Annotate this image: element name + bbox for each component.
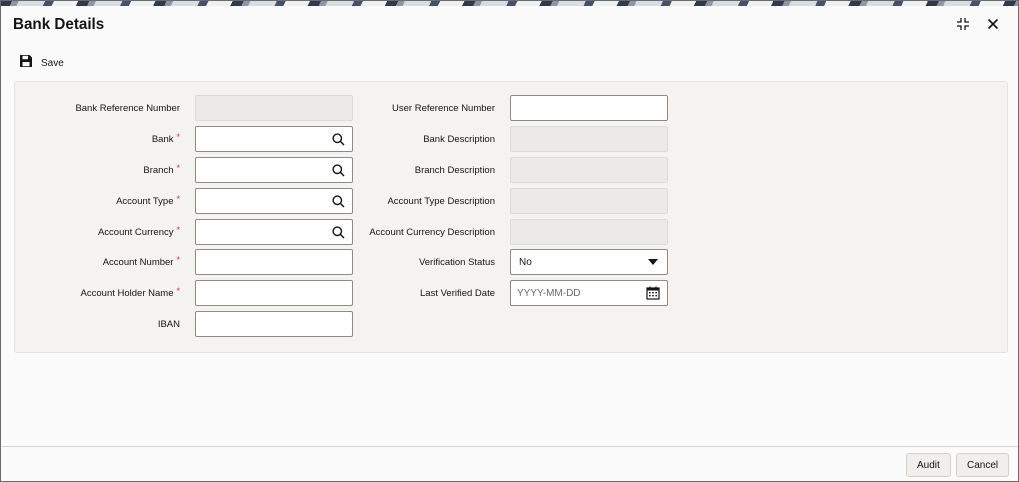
caret-down-icon[interactable] — [642, 251, 664, 273]
window-controls — [954, 15, 1002, 33]
iban-label-row: IBAN — [1, 310, 180, 338]
account-type-description-label-row: Account Type Description — [361, 187, 495, 215]
account-type-description-field — [510, 188, 668, 214]
account-number-field[interactable] — [195, 249, 353, 275]
decorative-header-strip — [1, 1, 1018, 6]
required-marker: * — [176, 255, 180, 265]
account-number-label-row: Account Number * — [1, 248, 180, 276]
floppy-disk-icon — [19, 54, 33, 73]
bank-reference-number-label-row: Bank Reference Number — [1, 94, 180, 122]
bank-label: Bank — [151, 133, 174, 145]
iban-label: IBAN — [157, 318, 180, 330]
search-icon[interactable] — [327, 190, 349, 212]
required-marker: * — [176, 163, 180, 173]
account-holder-name-label: Account Holder Name — [80, 287, 174, 299]
iban-field[interactable] — [195, 311, 353, 337]
account-type-field[interactable] — [195, 188, 353, 214]
account-holder-name-field[interactable] — [195, 280, 353, 306]
bank-description-label-row: Bank Description — [361, 125, 495, 153]
account-currency-description-label: Account Currency Description — [369, 226, 495, 238]
footer-bar: Audit Cancel — [1, 446, 1018, 481]
account-number-label: Account Number — [102, 256, 174, 268]
bank-details-window: Bank Details Save Bank Reference Number — [0, 0, 1019, 482]
account-currency-field[interactable] — [195, 219, 353, 245]
last-verified-date-label: Last Verified Date — [420, 287, 495, 299]
bank-description-field — [510, 126, 668, 152]
account-type-label-row: Account Type * — [1, 187, 180, 215]
verification-status-value: No — [519, 256, 532, 268]
branch-description-label: Branch Description — [414, 164, 495, 176]
branch-label-row: Branch * — [1, 156, 180, 184]
branch-field[interactable] — [195, 157, 353, 183]
search-icon[interactable] — [327, 128, 349, 150]
user-reference-number-field[interactable] — [510, 95, 668, 121]
user-reference-number-label: User Reference Number — [392, 102, 495, 114]
audit-button[interactable]: Audit — [906, 453, 951, 477]
verification-status-label: Verification Status — [418, 256, 495, 268]
last-verified-date-placeholder: YYYY-MM-DD — [517, 287, 581, 299]
search-icon[interactable] — [327, 159, 349, 181]
required-marker: * — [176, 132, 180, 142]
account-currency-label: Account Currency — [97, 226, 174, 238]
user-reference-number-label-row: User Reference Number — [361, 94, 495, 122]
bank-reference-number-field — [195, 95, 353, 121]
required-marker: * — [176, 194, 180, 204]
branch-description-field — [510, 157, 668, 183]
account-holder-name-label-row: Account Holder Name * — [1, 279, 180, 307]
last-verified-date-field[interactable]: YYYY-MM-DD — [510, 280, 668, 306]
verification-status-label-row: Verification Status — [361, 248, 495, 276]
save-label: Save — [41, 58, 64, 69]
collapse-icon[interactable] — [954, 15, 972, 33]
page-title: Bank Details — [13, 16, 105, 33]
bank-description-label: Bank Description — [423, 133, 495, 145]
account-type-description-label: Account Type Description — [387, 195, 495, 207]
last-verified-date-label-row: Last Verified Date — [361, 279, 495, 307]
account-currency-label-row: Account Currency * — [1, 218, 180, 246]
bank-reference-number-label: Bank Reference Number — [75, 102, 180, 114]
account-currency-description-field — [510, 219, 668, 245]
close-icon[interactable] — [984, 15, 1002, 33]
account-type-label: Account Type — [116, 195, 174, 207]
bank-label-row: Bank * — [1, 125, 180, 153]
required-marker: * — [176, 286, 180, 296]
cancel-button[interactable]: Cancel — [956, 453, 1010, 477]
bank-field[interactable] — [195, 126, 353, 152]
verification-status-select[interactable]: No — [510, 249, 668, 275]
branch-description-label-row: Branch Description — [361, 156, 495, 184]
required-marker: * — [176, 225, 180, 235]
save-button[interactable]: Save — [19, 54, 64, 73]
calendar-icon[interactable] — [642, 282, 664, 304]
account-currency-description-label-row: Account Currency Description — [341, 218, 495, 246]
branch-label: Branch — [143, 164, 174, 176]
